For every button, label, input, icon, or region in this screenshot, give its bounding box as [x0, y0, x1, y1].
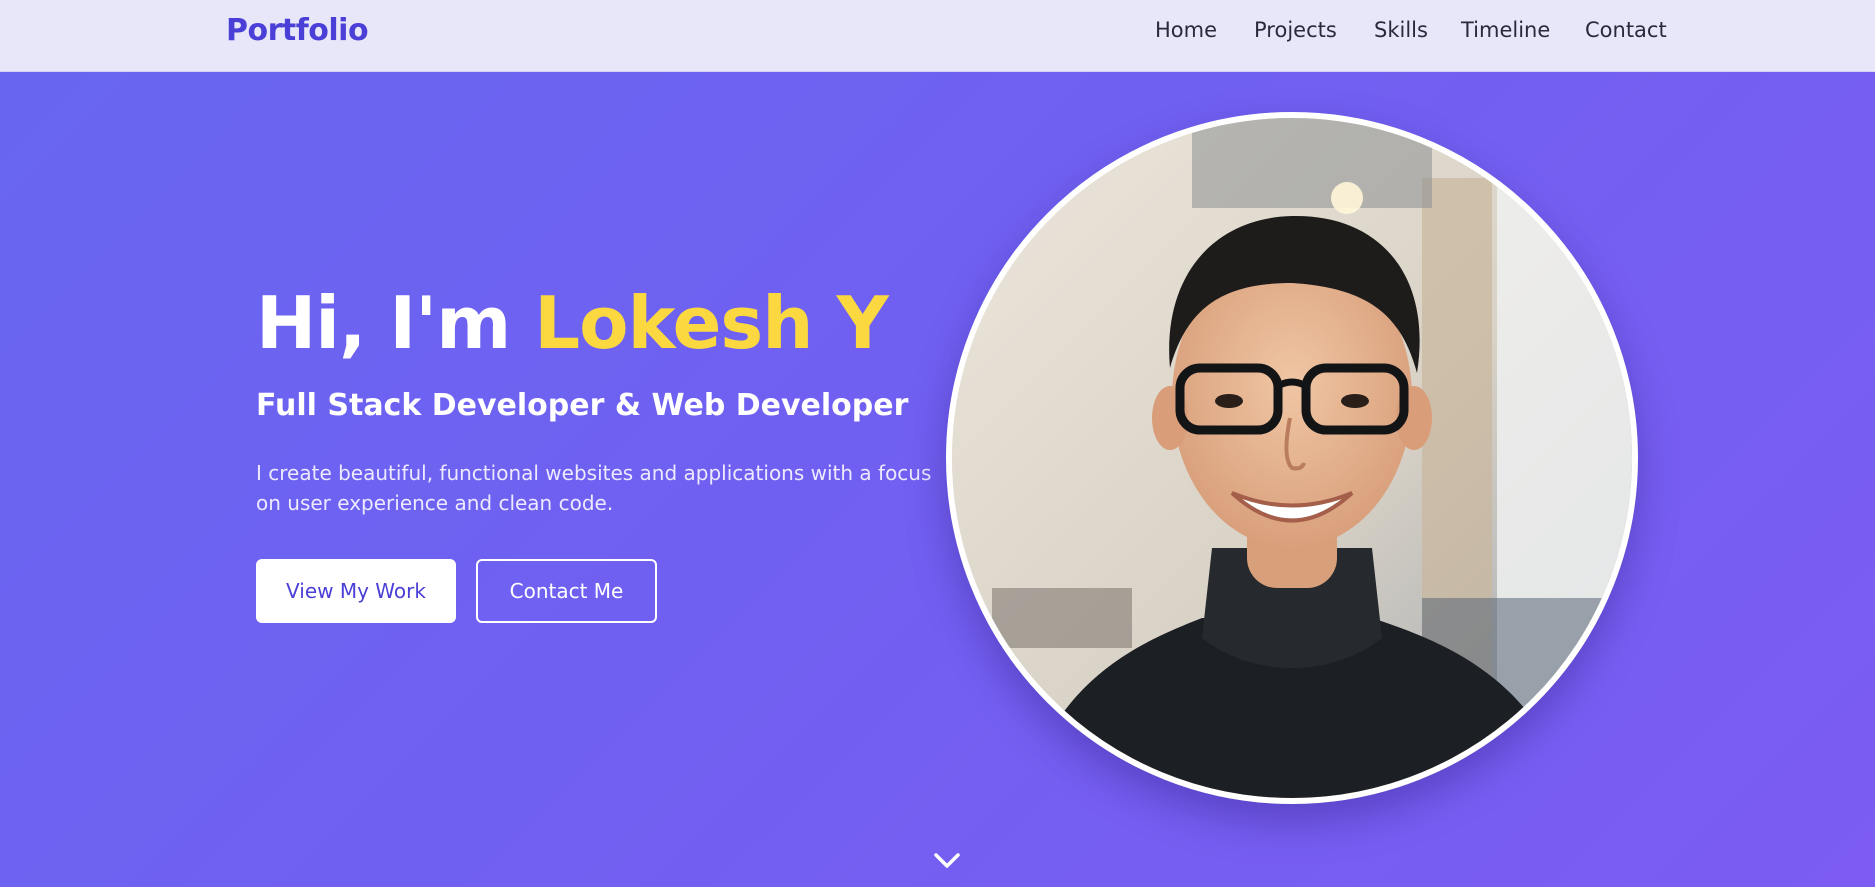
hero-subtitle: Full Stack Developer & Web Developer	[256, 388, 909, 423]
nav-link-home[interactable]: Home	[1155, 18, 1217, 42]
nav-link-contact[interactable]: Contact	[1585, 18, 1667, 42]
greeting-prefix: Hi, I'm	[256, 281, 535, 365]
hero-name: Lokesh Y	[534, 281, 888, 365]
nav-link-timeline[interactable]: Timeline	[1461, 18, 1550, 42]
brand-logo[interactable]: Portfolio	[226, 13, 369, 48]
hero-heading: Hi, I'm Lokesh Y	[256, 287, 889, 359]
navbar: Portfolio Home Projects Skills Timeline …	[0, 0, 1875, 72]
chevron-down-icon	[934, 853, 960, 868]
hero-section: Hi, I'm Lokesh Y Full Stack Developer & …	[0, 72, 1875, 887]
profile-photo	[946, 112, 1638, 804]
profile-illustration	[952, 118, 1632, 798]
nav-link-projects[interactable]: Projects	[1254, 18, 1337, 42]
nav-link-skills[interactable]: Skills	[1374, 18, 1428, 42]
hero-description: I create beautiful, functional websites …	[256, 461, 932, 515]
scroll-down[interactable]	[932, 844, 962, 874]
contact-me-button[interactable]: Contact Me	[476, 559, 657, 623]
view-my-work-button[interactable]: View My Work	[256, 559, 456, 623]
